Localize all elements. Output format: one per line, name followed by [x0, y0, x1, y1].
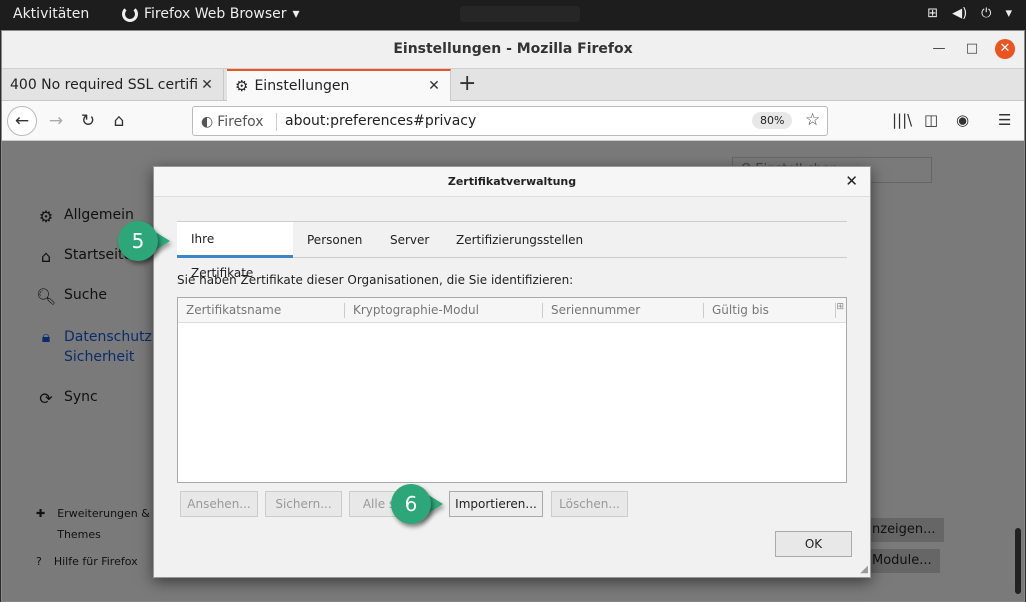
sidebar-item-sync[interactable]: ⟳ Sync — [36, 389, 167, 411]
activities-button[interactable]: Aktivitäten — [13, 6, 89, 22]
tab-settings[interactable]: ⚙ Einstellungen ✕ — [227, 69, 451, 101]
extensions-link[interactable]: ✚ Erweiterungen & Themes — [36, 503, 150, 545]
page-scrollbar[interactable] — [1015, 528, 1021, 594]
chevron-down-icon: ▾ — [292, 6, 300, 22]
volume-icon[interactable]: ◀) — [952, 6, 967, 21]
firefox-icon — [122, 6, 138, 22]
step-callout-6: 6 — [391, 484, 443, 524]
url-text[interactable]: about:preferences#privacy — [285, 113, 476, 129]
menu-icon[interactable]: ☰ — [998, 111, 1011, 129]
reload-button[interactable]: ↻ — [74, 107, 102, 135]
gear-icon: ⚙ — [235, 77, 249, 95]
import-button[interactable]: Importieren... — [449, 491, 543, 517]
tab-authorities[interactable]: Zertifizierungsstellen — [442, 222, 597, 258]
app-menu-label: Firefox Web Browser — [144, 6, 287, 22]
sidebar-item-privacy[interactable]: 🔒︎ Datenschutz & Sicherheit — [36, 327, 168, 371]
sidebar-item-search[interactable]: 🔍︎ Suche — [36, 287, 167, 309]
lock-icon: 🔒︎ — [41, 327, 51, 346]
tab-label: Einstellungen — [254, 78, 350, 94]
system-tray[interactable]: ⊞ ◀) ⏻ ▾ — [927, 6, 1012, 21]
column-crypto-module[interactable]: Kryptographie-Modul — [345, 303, 543, 318]
firefox-icon: ◐ — [201, 114, 214, 130]
puzzle-icon: ✚ — [36, 507, 46, 520]
tab-bar: 400 No required SSL certific ✕ ⚙ Einstel… — [2, 69, 1024, 101]
tab-people[interactable]: Personen — [293, 222, 376, 258]
library-icon[interactable]: |||\ — [892, 111, 912, 129]
minimize-button[interactable]: — — [929, 39, 949, 59]
power-icon[interactable]: ⏻ — [981, 6, 991, 21]
forward-button[interactable]: → — [42, 107, 70, 135]
gear-icon: ⚙ — [38, 207, 54, 226]
step-number: 6 — [391, 484, 431, 524]
sidebar-icon[interactable]: ◫ — [924, 111, 938, 129]
identity-box[interactable]: ◐ Firefox — [201, 113, 277, 131]
search-icon: 🔍︎ — [36, 287, 57, 306]
maximize-button[interactable]: □ — [962, 39, 982, 59]
navigation-bar: ← → ↻ ⌂ ◐ Firefox about:preferences#priv… — [2, 101, 1024, 141]
tab-ssl-error[interactable]: 400 No required SSL certific ✕ — [2, 69, 224, 101]
close-window-button[interactable]: ✕ — [995, 39, 1015, 59]
identity-label: Firefox — [217, 114, 264, 130]
column-cert-name[interactable]: Zertifikatsname — [178, 303, 345, 318]
bookmark-star-icon[interactable]: ☆ — [805, 110, 820, 130]
tab-label: 400 No required SSL certific — [10, 77, 197, 93]
close-icon[interactable]: ✕ — [197, 77, 217, 93]
show-certificates-button[interactable]: nzeigen... — [864, 518, 944, 542]
column-picker-icon[interactable]: ⊞ — [836, 302, 844, 312]
title-bar: Einstellungen - Mozilla Firefox — □ ✕ — [2, 31, 1024, 69]
resize-grip-icon[interactable]: ◢ — [860, 564, 868, 575]
chevron-down-icon[interactable]: ▾ — [1005, 6, 1012, 21]
back-button[interactable]: ← — [7, 106, 37, 136]
window-title: Einstellungen - Mozilla Firefox — [393, 41, 633, 57]
certificate-list-header: Zertifikatsname Kryptographie-Modul Seri… — [178, 298, 846, 323]
home-button[interactable]: ⌂ — [105, 107, 133, 135]
network-icon[interactable]: ⊞ — [927, 6, 938, 21]
close-icon[interactable]: ✕ — [424, 78, 444, 94]
dialog-title: Zertifikatverwaltung — [447, 175, 577, 188]
ok-button[interactable]: OK — [775, 531, 852, 557]
certificate-list[interactable]: Zertifikatsname Kryptographie-Modul Seri… — [177, 297, 847, 483]
sync-icon: ⟳ — [39, 389, 53, 408]
column-serial[interactable]: Seriennummer — [543, 303, 704, 318]
tab-your-certificates[interactable]: Ihre Zertifikate — [177, 222, 293, 280]
step-callout-5: 5 — [118, 221, 170, 261]
dialog-titlebar: Zertifikatverwaltung ✕ — [154, 167, 870, 197]
tab-servers[interactable]: Server — [376, 222, 443, 258]
certificate-manager-dialog: Zertifikatverwaltung ✕ Ihre Zertifikate … — [153, 166, 871, 578]
help-link[interactable]: ? Hilfe für Firefox — [36, 551, 150, 572]
gnome-top-bar: Aktivitäten Firefox Web Browser ▾ ⊞ ◀) ⏻… — [0, 0, 1026, 30]
dialog-tabs: Ihre Zertifikate Personen Server Zertifi… — [177, 221, 847, 280]
help-icon: ? — [36, 555, 42, 568]
step-number: 5 — [118, 221, 158, 261]
new-tab-button[interactable]: + — [458, 71, 476, 96]
dialog-intro-text: Sie haben Zertifikate dieser Organisatio… — [177, 273, 574, 287]
backup-button[interactable]: Sichern... — [265, 491, 342, 517]
column-valid-until[interactable]: Gültig bis — [704, 303, 836, 318]
view-button[interactable]: Ansehen... — [180, 491, 258, 517]
delete-button[interactable]: Löschen... — [551, 491, 628, 517]
security-devices-button[interactable]: Module... — [864, 549, 940, 573]
sidebar-footer: ✚ Erweiterungen & Themes ? Hilfe für Fire… — [36, 503, 150, 578]
close-icon[interactable]: ✕ — [845, 172, 858, 190]
account-icon[interactable]: ◉ — [956, 111, 969, 129]
clock-area — [460, 6, 580, 22]
home-icon: ⌂ — [40, 247, 52, 266]
url-bar[interactable]: ◐ Firefox about:preferences#privacy 80% … — [192, 106, 828, 136]
app-menu[interactable]: Firefox Web Browser ▾ — [122, 6, 300, 22]
zoom-indicator[interactable]: 80% — [752, 112, 793, 129]
